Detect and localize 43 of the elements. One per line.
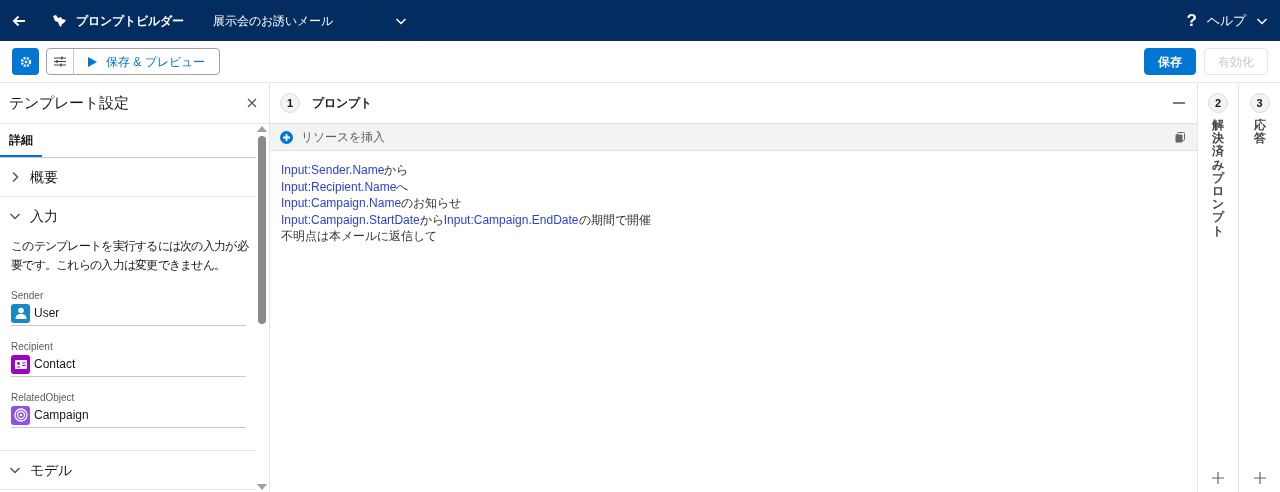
help-icon: ? [1186,7,1197,34]
target-icon [11,405,30,425]
app-icon [52,13,68,28]
details-tab[interactable]: 詳細 [0,124,42,157]
sliders-icon [54,56,66,67]
contact-card-icon [11,354,30,374]
prompt-line: Input:Sender.Nameから [281,162,409,179]
prompt-line: Input:Campaign.StartDateから Input:Campaign.EndDateの期間で開催 [281,211,651,228]
scrollbar[interactable] [257,126,267,490]
add-icon [280,130,293,144]
prompt-line: Input:Recipient.Nameへ [281,178,409,195]
section-description: このテンプレートを実行するには次の入力が必要です。これらの入力は変更できません。 [11,238,250,274]
step-number: 3 [1249,93,1270,113]
step-number: 1 [280,93,300,113]
close-icon[interactable] [247,98,257,108]
help-menu[interactable]: ? ヘルプ [1173,0,1280,41]
panel-title: 応答 [1253,119,1266,146]
prompt-line: Input:Campaign.Nameのお知らせ [281,195,462,212]
field-label: Recipient [11,340,54,354]
field-value: Contact [34,356,76,373]
gear-icon [19,55,32,68]
minimize-icon[interactable] [1173,99,1185,107]
save-button[interactable]: 保存 [1144,48,1196,75]
panel-title: テンプレート設定 [9,92,129,113]
settings-button[interactable] [12,48,39,75]
person-icon [11,303,30,323]
field-label: RelatedObject [11,391,76,405]
section-toggle[interactable]: 入力 [0,197,256,235]
panel-title: 解決済みプロンプト [1212,119,1224,238]
add-icon[interactable] [1212,472,1224,484]
copy-icon[interactable] [1175,131,1185,143]
panel-title: プロンプト [312,95,373,112]
field-label: Sender [11,289,45,303]
play-icon [88,56,97,67]
step-number: 2 [1208,93,1228,113]
add-icon[interactable] [1253,472,1266,484]
section-toggle[interactable]: モデル [0,451,256,489]
arrow-left-icon [11,14,26,27]
section-toggle[interactable]: 概要 [0,158,256,196]
field-value: Campaign [34,407,89,424]
app-name: プロンプトビルダー [76,12,184,30]
prompt-line: 不明点は本メールに返信して [281,228,437,245]
field-value: User [34,305,60,322]
